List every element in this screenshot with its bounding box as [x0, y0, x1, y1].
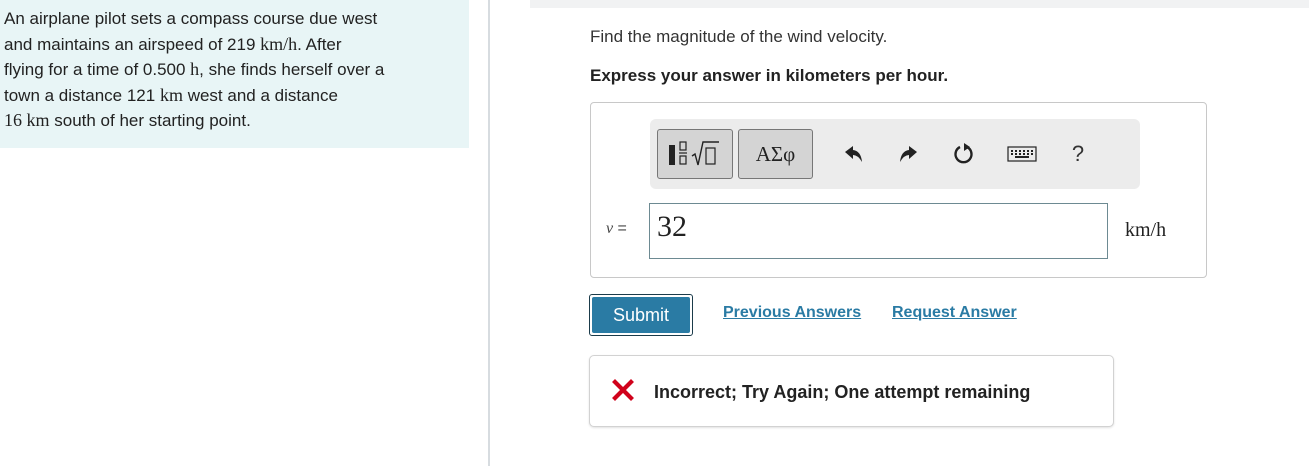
feedback-text: Incorrect; Try Again; One attempt remain… [654, 382, 1031, 402]
problem-line-2: and maintains an airspeed of 219 km/h. A… [4, 33, 342, 54]
problem-line-5: 16 km south of her starting point. [4, 110, 251, 130]
top-strip [530, 0, 1309, 8]
redo-icon [900, 146, 917, 162]
help-button[interactable]: ? [1065, 141, 1091, 167]
answer-variable-label: v = [606, 220, 627, 237]
undo-button[interactable] [841, 141, 867, 167]
panel-divider [488, 0, 490, 466]
greek-symbols-button[interactable]: ΑΣφ [738, 129, 813, 179]
problem-line-4: town a distance 121 km west and a distan… [4, 84, 338, 105]
question-text: Find the magnitude of the wind velocity. [590, 27, 888, 46]
request-answer-link[interactable]: Request Answer [892, 304, 1017, 322]
answer-input[interactable]: 32 [649, 203, 1108, 259]
template-icon [669, 141, 719, 166]
math-toolbar: ΑΣφ ? [650, 119, 1140, 189]
previous-answers-link[interactable]: Previous Answers [723, 304, 861, 322]
instruction-text: Express your answer in kilometers per ho… [590, 66, 949, 85]
template-button[interactable] [657, 129, 733, 179]
reset-button[interactable] [951, 141, 977, 167]
answer-unit: km/h [1125, 219, 1167, 241]
help-icon: ? [1071, 141, 1085, 166]
keyboard-button[interactable] [1006, 141, 1038, 167]
keyboard-icon [1007, 146, 1037, 162]
problem-line-3: flying for a time of 0.500 h, she finds … [4, 59, 385, 79]
incorrect-x-icon [612, 379, 634, 401]
problem-line-1: An airplane pilot sets a compass course … [4, 9, 378, 28]
submit-button[interactable]: Submit [589, 294, 693, 336]
reset-icon [954, 143, 973, 164]
submit-label: Submit [592, 297, 690, 333]
undo-icon [845, 146, 862, 162]
feedback-box: Incorrect; Try Again; One attempt remain… [589, 355, 1114, 427]
redo-button[interactable] [895, 141, 921, 167]
problem-statement: An airplane pilot sets a compass course … [0, 0, 469, 148]
